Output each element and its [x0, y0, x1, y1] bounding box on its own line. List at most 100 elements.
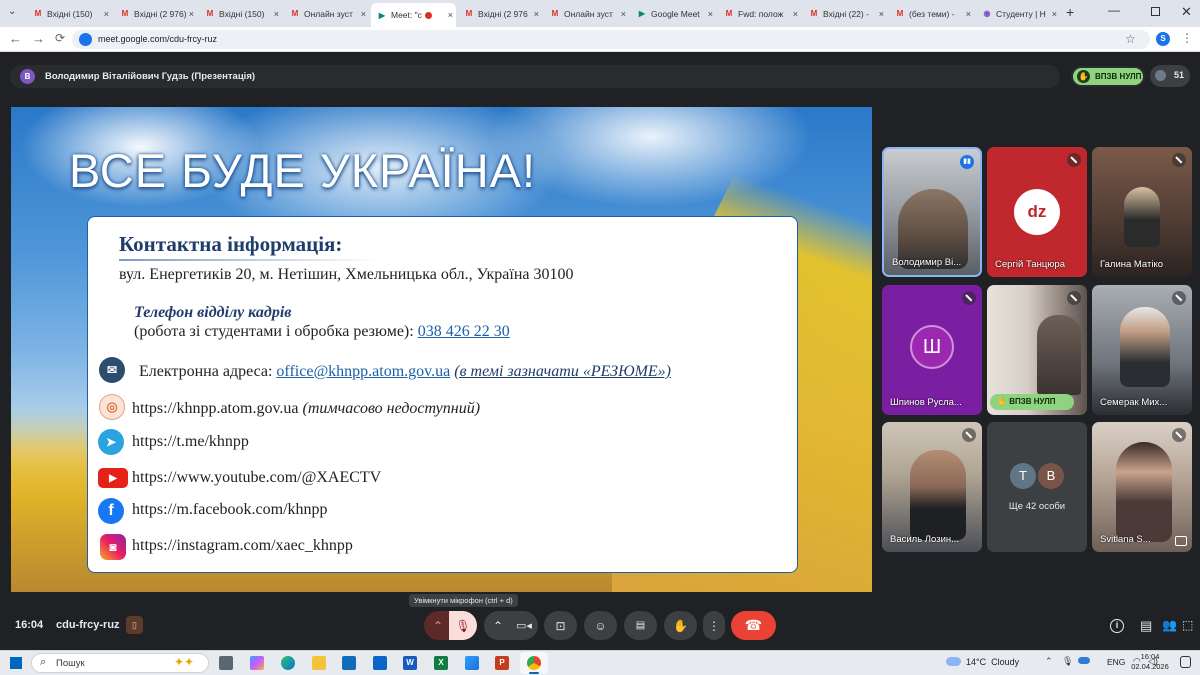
tab-close-icon[interactable]: × — [879, 9, 884, 19]
participant-tile[interactable]: Галина Матіко — [1092, 147, 1192, 277]
back-icon[interactable]: ← — [9, 31, 22, 46]
edge-icon[interactable] — [281, 656, 295, 670]
browser-tab[interactable]: M (без теми) - × — [889, 4, 974, 23]
weather-icon[interactable] — [946, 657, 961, 666]
participant-tile[interactable]: dz Сергій Танцюра — [987, 147, 1087, 277]
tray-chevron-icon[interactable]: ⌃ — [1045, 656, 1053, 667]
reactions-button[interactable]: ☺ — [584, 611, 617, 640]
forward-icon[interactable]: → — [32, 31, 45, 46]
participant-tile[interactable]: Ш Шпинов Русла... — [882, 285, 982, 415]
taskbar-search[interactable]: ⌕ Пошук ✦✦ — [31, 653, 209, 673]
captions-button[interactable]: ▤ — [624, 611, 657, 640]
word-icon[interactable]: W — [403, 656, 417, 670]
browser-tab[interactable]: ◉ Студенту | Н × — [976, 4, 1060, 23]
chrome-taskbar-active[interactable] — [520, 652, 548, 674]
copilot-app-icon[interactable] — [250, 656, 264, 670]
notifications-icon[interactable] — [1180, 656, 1191, 668]
file-explorer-icon[interactable] — [312, 656, 326, 670]
youtube-link[interactable]: https://www.youtube.com/@XAECTV — [132, 469, 381, 487]
tab-search-icon[interactable]: ⌄ — [8, 6, 16, 17]
new-tab-button[interactable]: + — [1066, 4, 1074, 20]
browser-tab[interactable]: ▶ Google Meet × — [631, 4, 716, 23]
end-call-button[interactable]: ☎ — [731, 611, 776, 640]
participant-tile[interactable]: Василь Лозин... — [882, 422, 982, 552]
close-window-icon[interactable]: ✕ — [1181, 4, 1192, 20]
store-icon[interactable] — [342, 656, 356, 670]
people-icon[interactable]: 👥 — [1162, 618, 1177, 632]
language-indicator[interactable]: ENG — [1107, 657, 1125, 667]
hr-phone[interactable]: 038 426 22 30 — [418, 323, 510, 340]
raised-hand-badge[interactable]: ✋ ВПЗВ НУЛП — [1071, 66, 1145, 87]
participants-button[interactable]: 51 — [1150, 65, 1190, 87]
browser-tab[interactable]: M Вхідні (22) - × — [803, 4, 887, 23]
raise-hand-button[interactable]: ✋ — [664, 611, 697, 640]
tile-expand-icon[interactable] — [1175, 536, 1187, 546]
video-options-button[interactable]: ⌃ — [484, 611, 512, 640]
browser-tab[interactable]: M Fwd: полож × — [718, 4, 801, 23]
raised-hand-tag: ✋ ВПЗВ НУЛП — [990, 394, 1074, 410]
presenter-avatar: В — [20, 69, 35, 84]
browser-tab[interactable]: M Вхідні (150) × — [27, 4, 112, 23]
telegram-link[interactable]: https://t.me/khnpp — [132, 433, 249, 451]
more-options-button[interactable]: ⋮ — [703, 611, 725, 640]
participant-tile[interactable]: Семерак Мих... — [1092, 285, 1192, 415]
browser-tab[interactable]: M Вхідні (150) × — [199, 4, 282, 23]
browser-tab[interactable]: M Вхідні (2 976 × — [458, 4, 542, 23]
present-button[interactable]: ⊡ — [544, 611, 577, 640]
tab-close-icon[interactable]: × — [793, 9, 798, 19]
activities-icon[interactable]: ⬚ — [1182, 618, 1193, 632]
tab-close-icon[interactable]: × — [966, 9, 971, 19]
website-link[interactable]: https://khnpp.atom.gov.ua — [132, 400, 299, 417]
email-link[interactable]: office@khnpp.atom.gov.ua — [276, 363, 450, 380]
tab-close-icon[interactable]: × — [274, 9, 279, 19]
participant-tile[interactable]: Svitlana S... — [1092, 422, 1192, 552]
meeting-pip-icon[interactable]: ▯ — [126, 616, 143, 634]
tab-close-icon[interactable]: × — [1052, 9, 1057, 19]
profile-avatar[interactable]: S — [1156, 32, 1170, 46]
browser-tab[interactable]: M Вхідні (2 976) × — [114, 4, 197, 23]
website-note: (тимчасово недоступний) — [302, 400, 481, 417]
task-view-icon[interactable] — [219, 656, 233, 670]
tab-close-icon[interactable]: × — [104, 9, 109, 19]
audio-options-button[interactable]: ⌃ — [424, 611, 452, 640]
instagram-link[interactable]: https://instagram.com/xaec_khnpp — [132, 537, 353, 555]
browser-menu-icon[interactable]: ⋮ — [1181, 31, 1193, 45]
participant-tile[interactable]: ✋ ВПЗВ НУЛП — [987, 285, 1087, 415]
site-info-icon[interactable] — [79, 33, 92, 46]
participant-name: Семерак Мих... — [1100, 397, 1168, 408]
tab-active[interactable]: ▶ Meet: "c × — [371, 3, 456, 27]
address-bar[interactable]: meet.google.com/cdu-frcy-ruz ☆ — [72, 30, 1150, 49]
mic-toggle-button[interactable]: 🎙 — [449, 611, 477, 640]
browser-tab[interactable]: M Онлайн зуст × — [544, 4, 629, 23]
facebook-link[interactable]: https://m.facebook.com/khnpp — [132, 501, 328, 519]
powerpoint-icon[interactable]: P — [495, 656, 509, 670]
outlook-icon[interactable] — [373, 656, 387, 670]
tab-close-icon[interactable]: × — [361, 9, 366, 19]
maximize-icon[interactable] — [1151, 7, 1160, 16]
participant-tile[interactable]: ▮▮ Володимир Ві... — [882, 147, 982, 277]
weather-text[interactable]: 14°C Cloudy — [966, 657, 1019, 667]
chat-icon[interactable]: ▤ — [1140, 618, 1152, 634]
meeting-details-icon[interactable]: i — [1110, 619, 1124, 633]
clock[interactable]: 16:04 02.04.2026 — [1127, 652, 1173, 672]
heading-underline — [119, 259, 379, 261]
copilot-sparkle-icon: ✦✦ — [174, 655, 195, 669]
mic-tray-icon[interactable]: 🎙 — [1062, 656, 1073, 667]
tab-close-icon[interactable]: × — [448, 10, 453, 20]
bookmark-star-icon[interactable]: ☆ — [1125, 32, 1136, 46]
tab-close-icon[interactable]: × — [534, 9, 539, 19]
excel-icon[interactable]: X — [434, 656, 448, 670]
camera-toggle-button[interactable]: ▭◂ — [510, 611, 538, 640]
tab-close-icon[interactable]: × — [621, 9, 626, 19]
hr-description: (робота зі студентами і обробка резюме):… — [134, 323, 510, 341]
cloud-tray-icon[interactable] — [1078, 657, 1090, 664]
windows-taskbar: ⌕ Пошук ✦✦ W X P 14°C Cloudy ⌃ 🎙 ENG ◠ ◁… — [0, 650, 1200, 675]
more-participants-tile[interactable]: Т В Ще 42 особи — [987, 422, 1087, 552]
windows-start-icon[interactable] — [10, 657, 22, 669]
tab-close-icon[interactable]: × — [189, 9, 194, 19]
photos-icon[interactable] — [465, 656, 479, 670]
reload-icon[interactable]: ⟳ — [55, 31, 65, 45]
minimize-icon[interactable]: — — [1108, 3, 1120, 17]
tab-close-icon[interactable]: × — [708, 9, 713, 19]
browser-tab[interactable]: M Онлайн зуст × — [284, 4, 369, 23]
